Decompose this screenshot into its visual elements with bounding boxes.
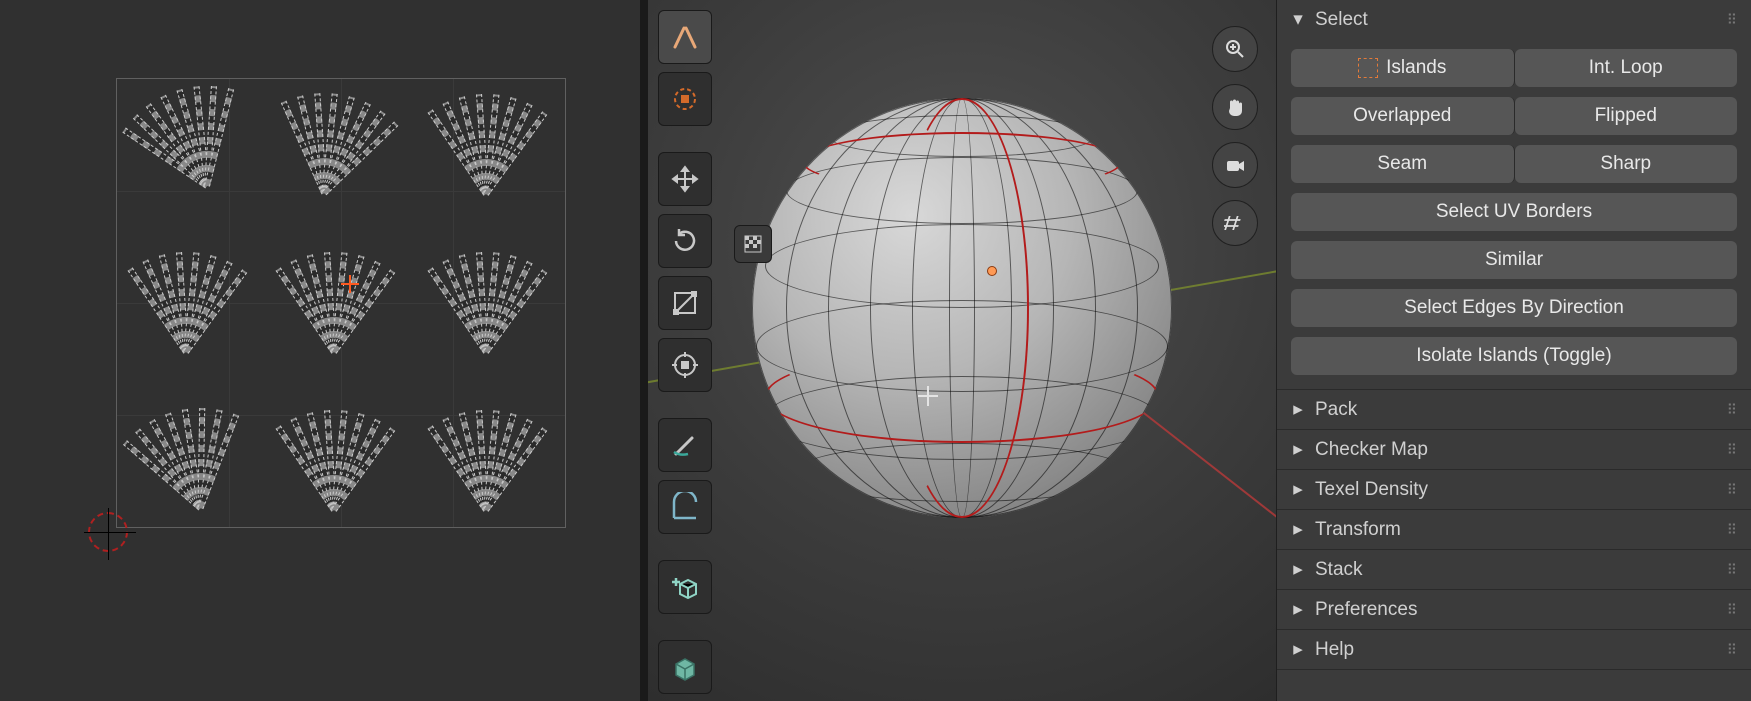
- measure-icon: [670, 492, 700, 522]
- panel-header-pack[interactable]: ▸ Pack ⠿: [1277, 390, 1751, 429]
- uv-editor-area[interactable]: [0, 0, 640, 701]
- chevron-right-icon: ▸: [1291, 638, 1305, 661]
- area-divider[interactable]: [640, 0, 648, 701]
- drag-grip-icon[interactable]: ⠿: [1727, 401, 1739, 418]
- addcube-icon: [670, 572, 700, 602]
- extcube-icon: [670, 652, 700, 682]
- drag-grip-icon[interactable]: ⠿: [1727, 521, 1739, 538]
- flipped-label: Flipped: [1595, 105, 1657, 127]
- panel-section-select: ▾ Select ⠿ Islands Int. Loop Overlapped …: [1277, 0, 1751, 390]
- chevron-right-icon: ▸: [1291, 598, 1305, 621]
- flipped-button[interactable]: Flipped: [1515, 97, 1738, 135]
- panel-title: Select: [1315, 9, 1368, 31]
- viewport-toolbar: [658, 10, 712, 694]
- grid-button[interactable]: [1212, 200, 1258, 246]
- annotate-tool[interactable]: [658, 418, 712, 472]
- panel-header-preferences[interactable]: ▸ Preferences ⠿: [1277, 590, 1751, 629]
- sharp-button[interactable]: Sharp: [1515, 145, 1738, 183]
- xform-icon: [670, 350, 700, 380]
- pan-icon: [1224, 96, 1246, 118]
- rotate-icon: [670, 226, 700, 256]
- int-loop-label: Int. Loop: [1589, 57, 1663, 79]
- chevron-right-icon: ▸: [1291, 558, 1305, 581]
- chevron-right-icon: ▸: [1291, 438, 1305, 461]
- islands-button[interactable]: Islands: [1291, 49, 1515, 87]
- int-loop-button[interactable]: Int. Loop: [1515, 49, 1738, 87]
- drag-grip-icon[interactable]: ⠿: [1727, 441, 1739, 458]
- extrude-tool[interactable]: [658, 640, 712, 694]
- panel-title: Stack: [1315, 559, 1363, 581]
- rotate-tool[interactable]: [658, 214, 712, 268]
- uv-shelf-toggle[interactable]: [734, 225, 772, 263]
- panel-title: Help: [1315, 639, 1354, 661]
- n-panel: ▾ Select ⠿ Islands Int. Loop Overlapped …: [1276, 0, 1751, 701]
- uv-islands: [116, 78, 566, 528]
- 3d-cursor-icon: [918, 386, 938, 406]
- islands-label: Islands: [1386, 57, 1446, 79]
- viewport-nav-gizmo: [1212, 26, 1258, 246]
- annotate-icon: [670, 430, 700, 460]
- move-tool[interactable]: [658, 152, 712, 206]
- grid-icon: [1224, 212, 1246, 234]
- move-icon: [670, 164, 700, 194]
- transform-tool[interactable]: [658, 338, 712, 392]
- drag-grip-icon[interactable]: ⠿: [1727, 481, 1739, 498]
- cursor-tool[interactable]: [658, 72, 712, 126]
- drag-grip-icon[interactable]: ⠿: [1727, 601, 1739, 618]
- panel-header-checker[interactable]: ▸ Checker Map ⠿: [1277, 430, 1751, 469]
- drag-grip-icon[interactable]: ⠿: [1727, 11, 1739, 28]
- mesh-sphere[interactable]: [752, 98, 1172, 518]
- chevron-down-icon: ▾: [1291, 8, 1305, 31]
- camera-button[interactable]: [1212, 142, 1258, 188]
- panel-header-stack[interactable]: ▸ Stack ⠿: [1277, 550, 1751, 589]
- select-edges-by-direction-button[interactable]: Select Edges By Direction: [1291, 289, 1737, 327]
- seam-button[interactable]: Seam: [1291, 145, 1515, 183]
- zoom-button[interactable]: [1212, 26, 1258, 72]
- panel-title: Pack: [1315, 399, 1357, 421]
- tweak-icon: [670, 22, 700, 52]
- scale-icon: [670, 288, 700, 318]
- panel-title: Transform: [1315, 519, 1401, 541]
- islands-icon: [1358, 58, 1378, 78]
- add-cube-tool[interactable]: [658, 560, 712, 614]
- seam-label: Seam: [1377, 153, 1427, 175]
- sharp-label: Sharp: [1600, 153, 1651, 175]
- overlapped-button[interactable]: Overlapped: [1291, 97, 1515, 135]
- zoom-icon: [1224, 38, 1246, 60]
- select-tool[interactable]: [658, 10, 712, 64]
- pan-button[interactable]: [1212, 84, 1258, 130]
- overlapped-label: Overlapped: [1353, 105, 1451, 127]
- camera-icon: [1224, 154, 1246, 176]
- panel-header-select[interactable]: ▾ Select ⠿: [1277, 0, 1751, 39]
- chevron-right-icon: ▸: [1291, 398, 1305, 421]
- 3d-viewport[interactable]: [648, 0, 1276, 701]
- scale-tool[interactable]: [658, 276, 712, 330]
- similar-button[interactable]: Similar: [1291, 241, 1737, 279]
- drag-grip-icon[interactable]: ⠿: [1727, 561, 1739, 578]
- similar-label: Similar: [1485, 249, 1543, 271]
- panel-title: Texel Density: [1315, 479, 1428, 501]
- panel-header-transform[interactable]: ▸ Transform ⠿: [1277, 510, 1751, 549]
- drag-grip-icon[interactable]: ⠿: [1727, 641, 1739, 658]
- uv-borders-label: Select UV Borders: [1436, 201, 1592, 223]
- panel-title: Preferences: [1315, 599, 1417, 621]
- panel-title: Checker Map: [1315, 439, 1428, 461]
- select-uv-borders-button[interactable]: Select UV Borders: [1291, 193, 1737, 231]
- panel-header-help[interactable]: ▸ Help ⠿: [1277, 630, 1751, 669]
- chevron-right-icon: ▸: [1291, 518, 1305, 541]
- panel-header-texel[interactable]: ▸ Texel Density ⠿: [1277, 470, 1751, 509]
- isolate-label: Isolate Islands (Toggle): [1416, 345, 1611, 367]
- cursor-icon: [670, 84, 700, 114]
- chevron-right-icon: ▸: [1291, 478, 1305, 501]
- edges-dir-label: Select Edges By Direction: [1404, 297, 1624, 319]
- uv-pivot-marker: [341, 275, 359, 293]
- isolate-islands-button[interactable]: Isolate Islands (Toggle): [1291, 337, 1737, 375]
- measure-tool[interactable]: [658, 480, 712, 534]
- 2d-cursor-icon[interactable]: [88, 512, 128, 552]
